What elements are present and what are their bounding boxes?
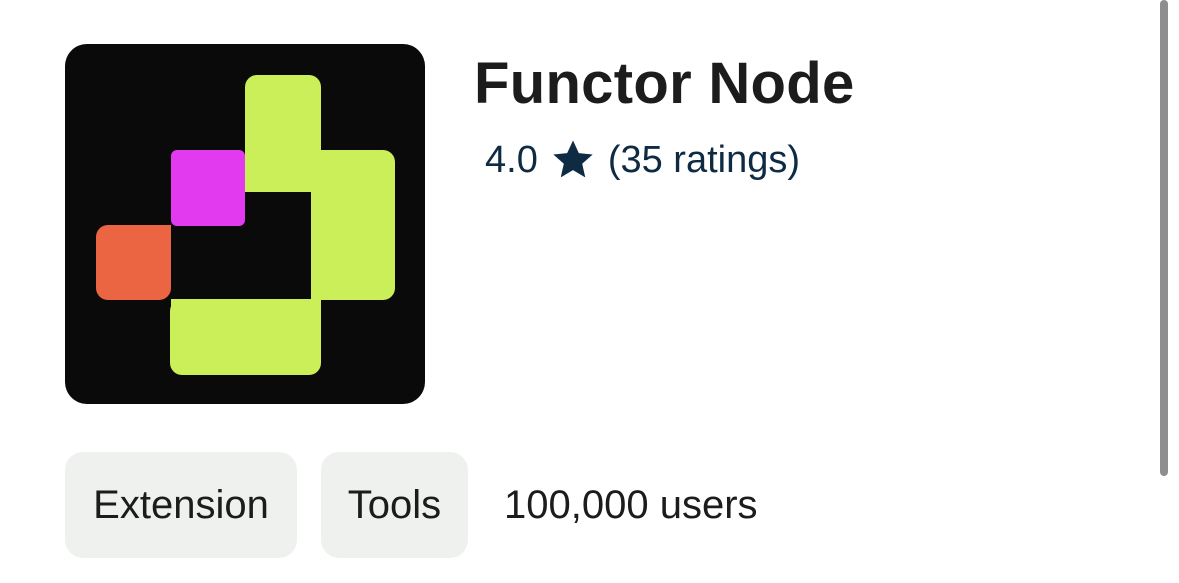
type-chip-extension[interactable]: Extension	[65, 452, 297, 558]
ratings-count-link[interactable]: (35 ratings)	[608, 139, 800, 182]
app-title: Functor Node	[474, 51, 855, 116]
star-icon	[553, 140, 593, 178]
rating-row[interactable]: 4.0 (35 ratings)	[485, 136, 800, 184]
app-logo-icon	[65, 44, 425, 404]
logo-block-bottom	[170, 299, 321, 375]
vertical-scrollbar[interactable]	[1160, 0, 1168, 476]
logo-block-magenta	[171, 150, 245, 226]
category-chip-tools[interactable]: Tools	[321, 452, 468, 558]
users-count: 100,000 users	[504, 482, 758, 527]
rating-value: 4.0	[485, 138, 538, 181]
extension-detail-header: Functor Node 4.0 (35 ratings) Extension …	[0, 0, 1179, 583]
